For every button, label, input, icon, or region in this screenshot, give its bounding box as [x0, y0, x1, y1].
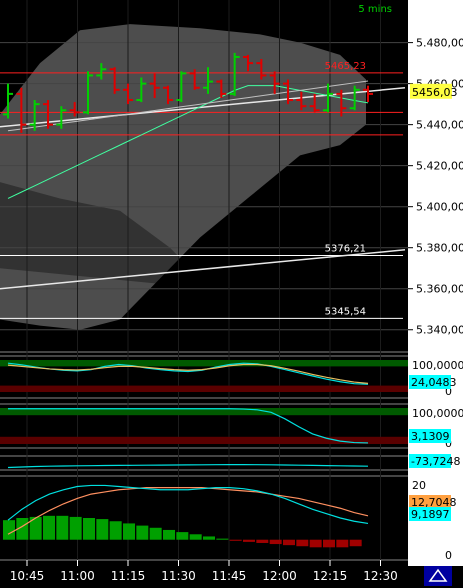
indicator-value: 24,0483: [411, 376, 457, 389]
price-tick-label: 5.360,00: [416, 283, 463, 296]
histogram-bar[interactable]: [243, 539, 255, 542]
histogram-bar[interactable]: [269, 539, 282, 545]
histogram-bar[interactable]: [56, 515, 69, 540]
histogram-bar[interactable]: [163, 529, 175, 540]
histogram-bar[interactable]: [203, 536, 215, 540]
histogram-bar[interactable]: [149, 527, 162, 540]
histogram-bar[interactable]: [43, 515, 55, 540]
price-tick-label: 5.420,00: [416, 160, 463, 173]
chart-window: 5465,235376,215345,545.480,005.460,005.4…: [0, 0, 463, 588]
time-tick-label: 11:15: [111, 569, 146, 583]
histogram-bar[interactable]: [336, 539, 349, 548]
histogram-bar[interactable]: [176, 532, 189, 540]
histogram-bar[interactable]: [296, 539, 309, 547]
indicator-tick-label: 100,0000: [412, 407, 463, 420]
histogram-bar[interactable]: [283, 539, 295, 546]
oversold-zone: [0, 436, 408, 444]
level-annotation: 5345,54: [325, 306, 366, 317]
histogram-bar[interactable]: [3, 520, 15, 540]
histogram-bar[interactable]: [123, 523, 135, 540]
indicator-tick-label: 20: [412, 479, 426, 492]
macd-panel[interactable]: 20012,70489,1897: [3, 479, 457, 562]
last-price-label: 5456,03: [412, 86, 458, 99]
indicator-tick-label: 0: [445, 549, 452, 562]
histogram-bar[interactable]: [349, 539, 362, 547]
histogram-bar[interactable]: [136, 525, 149, 540]
histogram-bar[interactable]: [109, 521, 122, 540]
histogram-bar[interactable]: [189, 534, 202, 540]
histogram-bar[interactable]: [69, 516, 82, 540]
chart-tool-icon[interactable]: [424, 566, 452, 586]
oversold-zone: [0, 385, 408, 392]
time-tick-label: 12:15: [313, 569, 348, 583]
time-tick-label: 12:30: [363, 569, 398, 583]
indicator-line[interactable]: [7, 363, 369, 384]
oscillator-panel-1[interactable]: 100,0000024,0483: [0, 359, 463, 398]
interval-label: 5 mins: [358, 4, 392, 15]
indicator-value: 3,1309: [411, 430, 450, 443]
histogram-bar[interactable]: [96, 519, 109, 540]
histogram-bar[interactable]: [216, 538, 229, 540]
level-annotation: 5465,23: [325, 61, 366, 72]
level-annotation: 5376,21: [325, 243, 366, 254]
indicator-value: 9,1897: [411, 508, 450, 521]
trading-chart[interactable]: 5465,235376,215345,545.480,005.460,005.4…: [0, 0, 463, 588]
indicator-value: -73,7248: [411, 455, 460, 468]
price-tick-label: 5.480,00: [416, 37, 463, 50]
time-tick-label: 10:45: [10, 569, 45, 583]
histogram-bar[interactable]: [229, 539, 242, 541]
time-tick-label: 12:00: [262, 569, 297, 583]
time-tick-label: 11:45: [212, 569, 247, 583]
histogram-bar[interactable]: [323, 539, 335, 548]
oscillator-panel-2[interactable]: 100,000003,1309: [0, 407, 463, 450]
time-tick-label: 11:30: [161, 569, 196, 583]
histogram-bar[interactable]: [309, 539, 322, 548]
histogram-bar[interactable]: [256, 539, 269, 543]
indicator-tick-label: 100,0000: [412, 359, 463, 372]
overbought-zone: [0, 360, 408, 367]
price-tick-label: 5.400,00: [416, 201, 463, 214]
histogram-bar[interactable]: [83, 518, 95, 540]
price-tick-label: 5.340,00: [416, 324, 463, 337]
price-tick-label: 5.440,00: [416, 119, 463, 132]
indicator-line[interactable]: [7, 464, 369, 469]
time-tick-label: 11:00: [60, 569, 95, 583]
price-tick-label: 5.380,00: [416, 242, 463, 255]
